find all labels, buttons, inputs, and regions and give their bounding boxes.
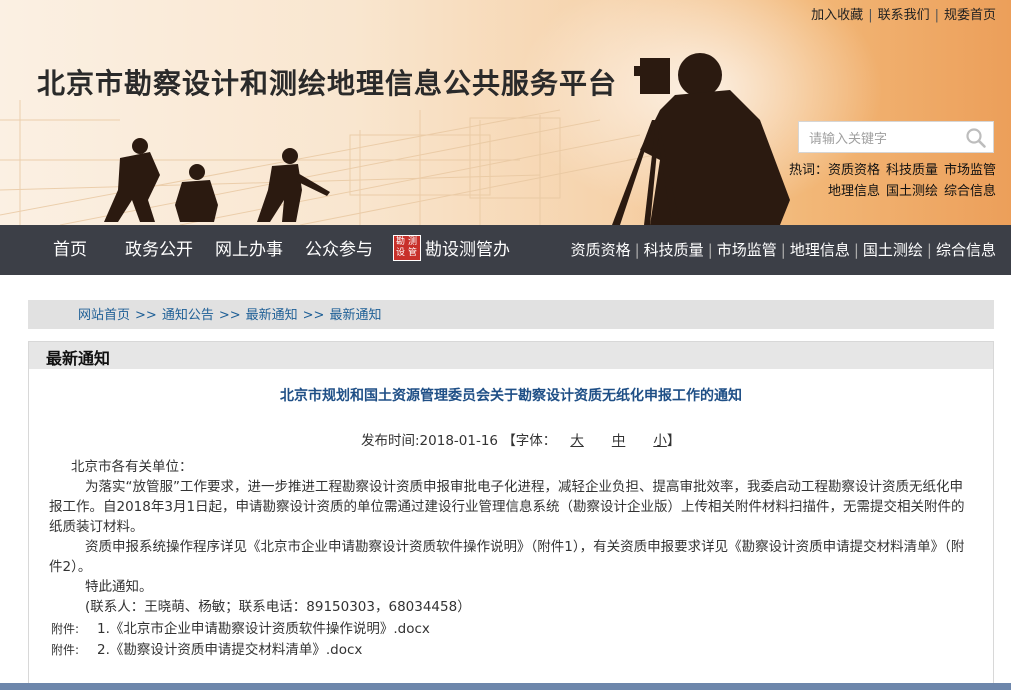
nav-market-supervision[interactable]: 市场监管 bbox=[717, 241, 777, 259]
article-title: 北京市规划和国土资源管理委员会关于勘察设计资质无纸化申报工作的通知 bbox=[280, 388, 742, 404]
breadcrumb-home[interactable]: 网站首页 bbox=[78, 308, 130, 323]
nav-geo-info[interactable]: 地理信息 bbox=[790, 241, 850, 259]
breadcrumb-notices[interactable]: 通知公告 bbox=[162, 308, 214, 323]
hot-word-geo-info[interactable]: 地理信息 bbox=[828, 184, 880, 199]
attachment-link[interactable]: 2.《勘察设计资质申请提交材料清单》.docx bbox=[97, 642, 362, 658]
breadcrumb-latest[interactable]: 最新通知 bbox=[246, 308, 298, 323]
hot-word-market-supervision[interactable]: 市场监管 bbox=[944, 163, 996, 178]
attachment-label: 附件: bbox=[51, 622, 80, 636]
hot-word-general-info[interactable]: 综合信息 bbox=[944, 184, 996, 199]
hot-words-row-2: 地理信息 国土测绘 综合信息 bbox=[789, 181, 996, 202]
main-nav: 首页 政务公开 网上办事 公众参与 勘 测 设 管 勘设测管办 资质资格 | 科技质… bbox=[0, 225, 1011, 275]
publish-date: 发布时间:2018-01-16 bbox=[361, 433, 499, 449]
hot-word-qualification[interactable]: 资质资格 bbox=[828, 163, 880, 178]
contact-us-link[interactable]: 联系我们 bbox=[878, 8, 930, 23]
paragraph-3: 特此通知。 bbox=[85, 579, 153, 595]
search-icon[interactable] bbox=[965, 127, 987, 149]
attachment-link[interactable]: 1.《北京市企业申请勘察设计资质软件操作说明》.docx bbox=[97, 621, 430, 637]
hot-word-tech-quality[interactable]: 科技质量 bbox=[886, 163, 938, 178]
nav-tech-quality[interactable]: 科技质量 bbox=[644, 241, 704, 259]
hot-words: 热词：资质资格 科技质量 市场监管 地理信息 国土测绘 综合信息 bbox=[789, 160, 996, 202]
nav-online-services[interactable]: 网上办事 bbox=[215, 225, 283, 275]
nav-public-participation[interactable]: 公众参与 bbox=[305, 225, 373, 275]
hot-words-row-1: 热词：资质资格 科技质量 市场监管 bbox=[789, 160, 996, 181]
search-input[interactable] bbox=[807, 128, 961, 150]
nav-home[interactable]: 首页 bbox=[53, 225, 87, 275]
header-banner: 加入收藏|联系我们|规委首页 北京市勘察设计和测绘地理信息公共服务平台 热词：资… bbox=[0, 0, 1011, 225]
site-title: 北京市勘察设计和测绘地理信息公共服务平台 bbox=[37, 67, 618, 100]
font-size-label: 【字体： bbox=[502, 433, 557, 449]
hot-words-label: 热词： bbox=[788, 163, 828, 178]
search-box bbox=[798, 121, 994, 153]
nav-survey-office[interactable]: 勘 测 设 管 勘设测管办 bbox=[393, 225, 510, 275]
nav-survey-office-label: 勘设测管办 bbox=[425, 240, 510, 260]
commission-home-link[interactable]: 规委首页 bbox=[944, 8, 996, 23]
nav-general-info[interactable]: 综合信息 bbox=[936, 241, 996, 259]
breadcrumb-latest-current[interactable]: 最新通知 bbox=[329, 308, 381, 323]
breadcrumb: 网站首页 >> 通知公告 >> 最新通知 >> 最新通知 bbox=[28, 300, 994, 329]
panel-header: 最新通知 bbox=[29, 342, 993, 369]
footer-bar bbox=[0, 683, 1011, 690]
nav-land-survey[interactable]: 国土测绘 bbox=[863, 241, 923, 259]
attachment-label: 附件: bbox=[51, 643, 80, 657]
survey-office-logo-icon: 勘 测 设 管 bbox=[393, 235, 421, 261]
salutation: 北京市各有关单位： bbox=[71, 459, 193, 475]
font-size-large[interactable]: 大 bbox=[570, 433, 584, 449]
hot-word-land-survey[interactable]: 国土测绘 bbox=[886, 184, 938, 199]
font-size-small[interactable]: 小 bbox=[653, 433, 667, 449]
paragraph-2: 资质申报系统操作程序详见《北京市企业申请勘察设计资质软件操作说明》（附件1），有… bbox=[49, 539, 965, 575]
article-body: 北京市各有关单位： 为落实“放管服”工作要求，进一步推进工程勘察设计资质申报审批… bbox=[49, 457, 969, 617]
font-size-medium[interactable]: 中 bbox=[612, 433, 626, 449]
article-meta: 发布时间:2018-01-16 【字体：大中小】 bbox=[361, 433, 681, 449]
nav-category-links: 资质资格 | 科技质量 | 市场监管 | 地理信息 | 国土测绘 | 综合信息 bbox=[570, 241, 996, 259]
paragraph-1: 为落实“放管服”工作要求，进一步推进工程勘察设计资质申报审批电子化进程，减轻企业… bbox=[49, 479, 965, 535]
top-links: 加入收藏 | 联系我们 | 规委首页 bbox=[811, 8, 996, 23]
nav-qualification[interactable]: 资质资格 bbox=[571, 241, 631, 259]
add-favorite-link[interactable]: 加入收藏 bbox=[811, 8, 863, 23]
nav-gov-affairs[interactable]: 政务公开 bbox=[125, 225, 193, 275]
attachment-row: 附件: 2.《勘察设计资质申请提交材料清单》.docx bbox=[51, 638, 362, 658]
contact-info: (联系人：王晓萌、杨敏；联系电话：89150303，68034458） bbox=[85, 599, 471, 615]
attachment-row: 附件: 1.《北京市企业申请勘察设计资质软件操作说明》.docx bbox=[51, 617, 430, 637]
content-panel: 最新通知 北京市规划和国土资源管理委员会关于勘察设计资质无纸化申报工作的通知 发… bbox=[28, 341, 994, 686]
panel-title: 最新通知 bbox=[46, 349, 111, 368]
